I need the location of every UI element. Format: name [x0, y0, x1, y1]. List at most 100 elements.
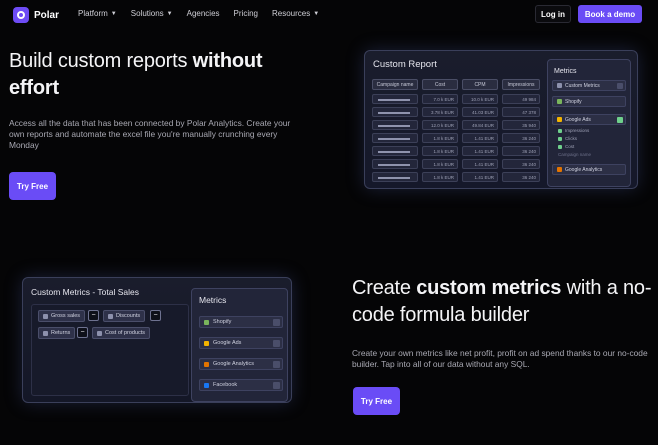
cost-cell: 3.78 k EUR [422, 107, 458, 117]
chip-discounts[interactable]: Discounts [103, 310, 146, 322]
sub-cost[interactable]: Cost [558, 144, 574, 149]
sub-label: Impressions [565, 128, 590, 133]
cost-cell: 1.8 k EUR [422, 133, 458, 143]
nav-links: Platform ▼ Solutions ▼ Agencies Pricing Re… [78, 9, 319, 18]
metric-google-analytics[interactable]: Google Analytics [199, 358, 283, 370]
google-analytics-icon [204, 361, 209, 367]
login-button[interactable]: Log in [535, 5, 571, 23]
impressions-cell: 36 240 [502, 133, 540, 143]
metric-icon [43, 313, 48, 319]
campaign-cell [372, 159, 418, 169]
metric-label: Custom Metrics [565, 82, 600, 89]
cpm-cell: 1.41 EUR [462, 133, 498, 143]
metric-label: Google Ads [213, 340, 242, 346]
campaign-cell [372, 120, 418, 130]
metric-custom-metrics[interactable]: Custom Metrics [552, 80, 626, 91]
chip-cost-of-products[interactable]: Cost of products [92, 327, 151, 339]
minus-operator[interactable]: − [150, 310, 161, 321]
custom-metrics-icon [557, 83, 562, 88]
col-header-cpm: CPM [462, 79, 498, 90]
try-free-button-2[interactable]: Try Free [353, 387, 400, 415]
metric-shopify[interactable]: Shopify [552, 96, 626, 107]
cpm-cell: 1.41 EUR [462, 159, 498, 169]
table-row: 1.8 k EUR 1.41 EUR 36 240 [372, 172, 544, 182]
formula-builder[interactable]: Gross sales − Discounts − Returns − Cost… [31, 304, 189, 396]
check-icon [558, 128, 562, 133]
chip-returns[interactable]: Returns [38, 327, 76, 339]
sub-clicks[interactable]: Clicks [558, 136, 577, 141]
cost-cell: 1.8 k EUR [422, 159, 458, 169]
metric-label: Facebook [213, 382, 238, 388]
cost-cell: 7.0 k EUR [422, 94, 458, 104]
metrics-panel: Metrics Shopify Google Ads Google Analyt… [191, 288, 288, 402]
chip-gross-sales[interactable]: Gross sales [38, 310, 86, 322]
check-icon [558, 144, 562, 149]
metric-label: Shopify [213, 319, 232, 325]
sub-campaign-name[interactable]: Campaign name [558, 152, 591, 157]
top-nav: Polar Platform ▼ Solutions ▼ Agencies Pric… [0, 0, 658, 30]
cpm-cell: 49.84 EUR [462, 120, 498, 130]
nav-agencies[interactable]: Agencies [187, 9, 220, 18]
metric-label: Shopify [565, 98, 582, 105]
book-demo-button[interactable]: Book a demo [578, 5, 642, 23]
nav-resources[interactable]: Resources ▼ [272, 9, 319, 18]
metric-label: Google Analytics [213, 361, 254, 367]
plus-icon[interactable] [273, 319, 280, 326]
cpm-cell: 1.41 EUR [462, 146, 498, 156]
chip-label: Cost of products [105, 330, 146, 336]
impressions-cell: 36 240 [502, 146, 540, 156]
chevron-down-icon: ▼ [313, 10, 320, 17]
plus-icon[interactable] [617, 117, 623, 123]
nav-pricing[interactable]: Pricing [234, 9, 258, 18]
metric-google-ads[interactable]: Google Ads [199, 337, 283, 349]
metric-shopify[interactable]: Shopify [199, 316, 283, 328]
logo-text: Polar [34, 9, 60, 21]
google-ads-icon [557, 117, 562, 122]
shopify-icon [204, 319, 209, 325]
metric-google-ads[interactable]: Google Ads [552, 114, 626, 125]
nav-platform[interactable]: Platform ▼ [78, 9, 117, 18]
impressions-cell: 36 240 [502, 159, 540, 169]
impressions-cell: 35 940 [502, 120, 540, 130]
nav-solutions-label: Solutions [130, 9, 164, 18]
logo[interactable]: Polar [13, 7, 59, 23]
custom-report-card: Custom Report Campaign name Cost CPM Imp… [364, 50, 638, 189]
cost-cell: 12.0 k EUR [422, 120, 458, 130]
cost-cell: 1.8 k EUR [422, 146, 458, 156]
try-free-button[interactable]: Try Free [9, 172, 56, 200]
report-metrics-panel: Metrics Custom Metrics Shopify Google Ad… [547, 59, 631, 187]
nav-resources-label: Resources [272, 9, 311, 18]
minus-operator[interactable]: − [77, 327, 88, 338]
plus-icon[interactable] [617, 83, 623, 89]
cpm-cell: 10.0 k EUR [462, 94, 498, 104]
table-row: 1.8 k EUR 1.41 EUR 36 240 [372, 146, 544, 156]
check-icon [558, 136, 562, 141]
metrics-card-title: Custom Metrics - Total Sales [31, 287, 140, 297]
nav-solutions[interactable]: Solutions ▼ [131, 9, 173, 18]
metric-icon [43, 330, 48, 336]
metric-facebook[interactable]: Facebook [199, 379, 283, 391]
plus-icon[interactable] [273, 361, 280, 368]
campaign-cell [372, 133, 418, 143]
cost-cell: 1.8 k EUR [422, 172, 458, 182]
metric-google-analytics[interactable]: Google Analytics [552, 164, 626, 175]
table-row: 7.0 k EUR 10.0 k EUR 49 984 [372, 94, 544, 104]
sub-impressions[interactable]: Impressions [558, 128, 589, 133]
google-analytics-icon [557, 167, 562, 172]
chevron-down-icon: ▼ [110, 10, 117, 17]
chip-label: Gross sales [51, 313, 81, 319]
metric-icon [108, 313, 113, 319]
minus-operator[interactable]: − [88, 310, 99, 321]
campaign-cell [372, 94, 418, 104]
metric-icon [97, 330, 102, 336]
hero1-title: Build custom reports without effort [9, 48, 299, 102]
custom-metrics-card: Custom Metrics - Total Sales Gross sales… [22, 277, 292, 403]
campaign-cell [372, 107, 418, 117]
nav-pricing-label: Pricing [233, 9, 258, 18]
plus-icon[interactable] [273, 340, 280, 347]
plus-icon[interactable] [273, 382, 280, 389]
shopify-icon [557, 99, 562, 104]
cpm-cell: 1.41 EUR [462, 172, 498, 182]
hero1-body: Access all the data that has been connec… [9, 118, 291, 150]
col-header-impressions: Impressions [502, 79, 540, 90]
